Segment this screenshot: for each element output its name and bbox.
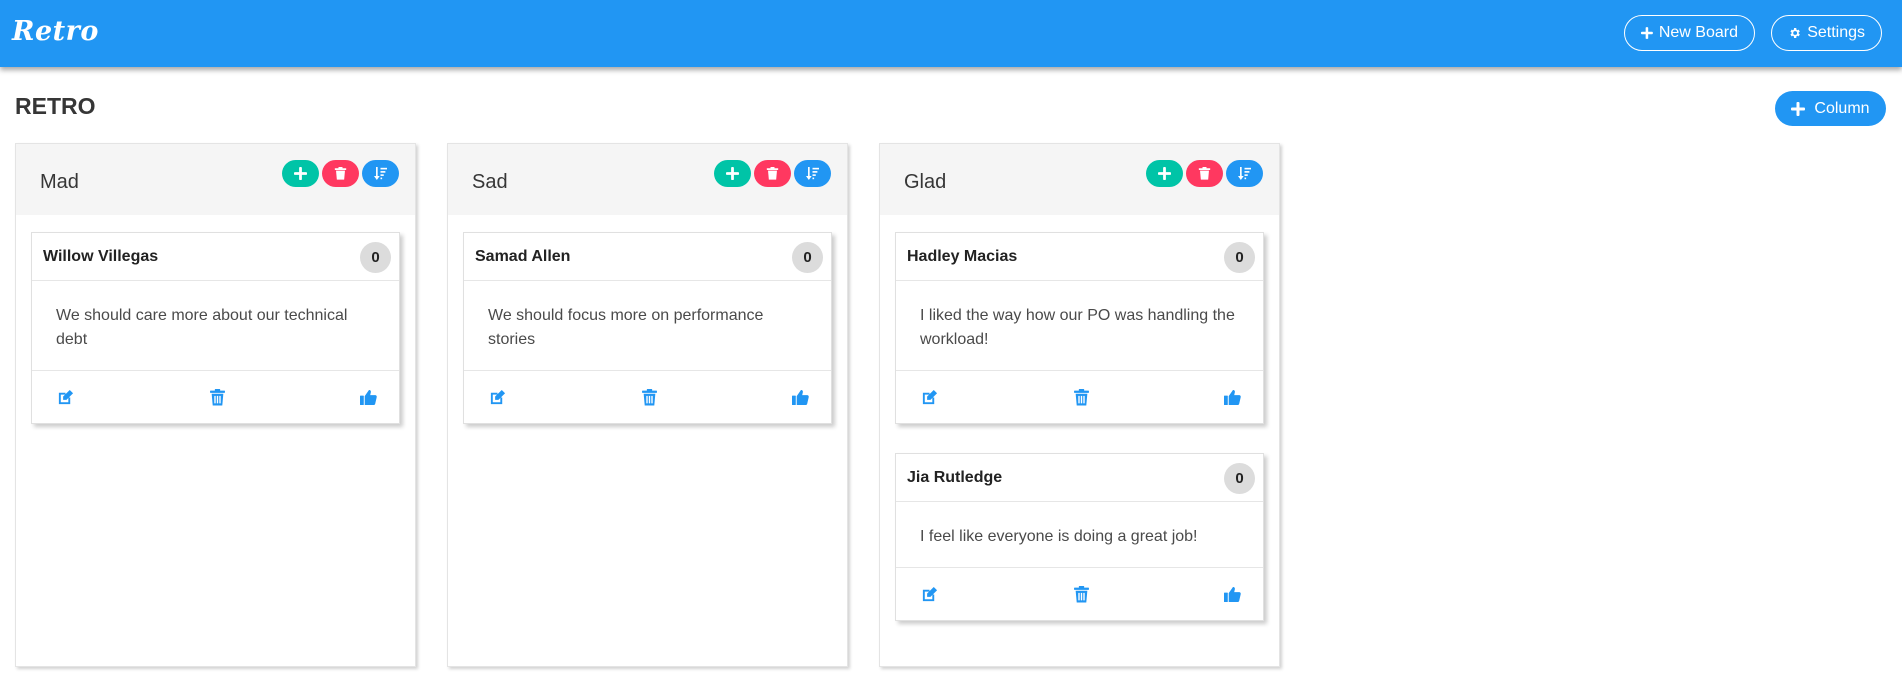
- edit-icon[interactable]: [921, 389, 938, 406]
- board-title: RETRO: [15, 93, 96, 119]
- card-actions: [896, 371, 1263, 423]
- trash-icon: [334, 167, 347, 180]
- trash-icon[interactable]: [209, 388, 226, 406]
- column-actions: [714, 160, 831, 187]
- brand-logo[interactable]: Retro: [12, 16, 99, 47]
- delete-column-button[interactable]: [754, 160, 791, 187]
- vote-count-badge: 0: [360, 242, 391, 273]
- edit-icon[interactable]: [57, 389, 74, 406]
- sort-column-button[interactable]: [1226, 160, 1263, 187]
- vote-count-badge: 0: [1224, 463, 1255, 494]
- retro-card: Willow Villegas 0 We should care more ab…: [31, 232, 400, 424]
- edit-icon[interactable]: [921, 586, 938, 603]
- add-card-button[interactable]: [714, 160, 751, 187]
- vote-count-badge: 0: [792, 242, 823, 273]
- add-card-button[interactable]: [282, 160, 319, 187]
- card-header: Samad Allen 0: [464, 233, 831, 281]
- new-board-button[interactable]: New Board: [1624, 15, 1755, 51]
- column-header: Glad: [880, 144, 1279, 215]
- card-actions: [32, 371, 399, 423]
- column-glad: Glad Hadley Macias 0 I liked the way how…: [879, 143, 1280, 667]
- retro-card: Hadley Macias 0 I liked the way how our …: [895, 232, 1264, 424]
- retro-card: Jia Rutledge 0 I feel like everyone is d…: [895, 453, 1264, 621]
- settings-button[interactable]: Settings: [1771, 15, 1882, 51]
- column-title: Glad: [904, 171, 947, 193]
- plus-icon: [1158, 167, 1171, 180]
- add-column-button[interactable]: Column: [1775, 91, 1886, 126]
- sort-icon: [1238, 167, 1251, 180]
- delete-column-button[interactable]: [1186, 160, 1223, 187]
- card-author: Willow Villegas: [43, 248, 159, 265]
- plus-icon: [1641, 27, 1653, 39]
- card-actions: [896, 568, 1263, 620]
- settings-label: Settings: [1807, 24, 1865, 41]
- top-navbar: Retro New Board Settings: [0, 0, 1902, 67]
- column-header: Mad: [16, 144, 415, 215]
- card-author: Hadley Macias: [907, 248, 1018, 265]
- column-title: Sad: [472, 171, 508, 193]
- card-author: Jia Rutledge: [907, 469, 1003, 486]
- card-actions: [464, 371, 831, 423]
- card-text: We should focus more on performance stor…: [464, 281, 831, 371]
- gear-icon: [1790, 28, 1800, 38]
- column-sad: Sad Samad Allen 0 We should focus more o…: [447, 143, 848, 667]
- card-text: I liked the way how our PO was handling …: [896, 281, 1263, 371]
- card-text: I feel like everyone is doing a great jo…: [896, 502, 1263, 568]
- thumbs-up-icon[interactable]: [1224, 389, 1241, 406]
- edit-icon[interactable]: [489, 389, 506, 406]
- sort-column-button[interactable]: [794, 160, 831, 187]
- vote-count-badge: 0: [1224, 242, 1255, 273]
- trash-icon: [1198, 167, 1211, 180]
- card-header: Hadley Macias 0: [896, 233, 1263, 281]
- trash-icon[interactable]: [1073, 388, 1090, 406]
- column-title: Mad: [40, 171, 79, 193]
- column-mad: Mad Willow Villegas 0 We should care mor…: [15, 143, 416, 667]
- sort-icon: [374, 167, 387, 180]
- thumbs-up-icon[interactable]: [360, 389, 377, 406]
- trash-icon[interactable]: [1073, 585, 1090, 603]
- card-header: Willow Villegas 0: [32, 233, 399, 281]
- retro-card: Samad Allen 0 We should focus more on pe…: [463, 232, 832, 424]
- add-card-button[interactable]: [1146, 160, 1183, 187]
- thumbs-up-icon[interactable]: [792, 389, 809, 406]
- add-column-label: Column: [1814, 99, 1870, 117]
- column-actions: [282, 160, 399, 187]
- column-header: Sad: [448, 144, 847, 215]
- column-actions: [1146, 160, 1263, 187]
- new-board-label: New Board: [1658, 24, 1738, 41]
- thumbs-up-icon[interactable]: [1224, 586, 1241, 603]
- plus-icon: [726, 167, 739, 180]
- trash-icon[interactable]: [641, 388, 658, 406]
- plus-icon: [294, 167, 307, 180]
- card-text: We should care more about our technical …: [32, 281, 399, 371]
- sort-column-button[interactable]: [362, 160, 399, 187]
- trash-icon: [766, 167, 779, 180]
- plus-icon: [1791, 101, 1806, 116]
- card-header: Jia Rutledge 0: [896, 454, 1263, 502]
- delete-column-button[interactable]: [322, 160, 359, 187]
- sort-icon: [806, 167, 819, 180]
- card-author: Samad Allen: [475, 248, 571, 265]
